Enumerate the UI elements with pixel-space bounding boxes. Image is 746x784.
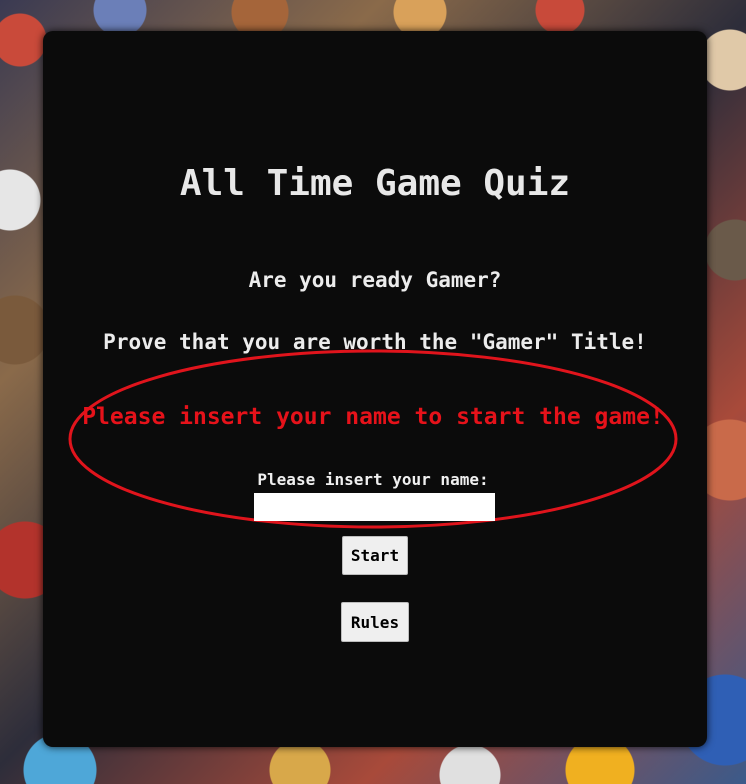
name-label: Please insert your name: [257, 470, 489, 489]
page-title: All Time Game Quiz [179, 163, 571, 204]
name-input[interactable] [254, 493, 495, 521]
intro-question: Are you ready Gamer? [248, 268, 502, 292]
rules-button[interactable]: Rules [341, 602, 409, 642]
start-button[interactable]: Start [342, 536, 408, 575]
name-required-warning: Please insert your name to start the gam… [82, 404, 664, 430]
